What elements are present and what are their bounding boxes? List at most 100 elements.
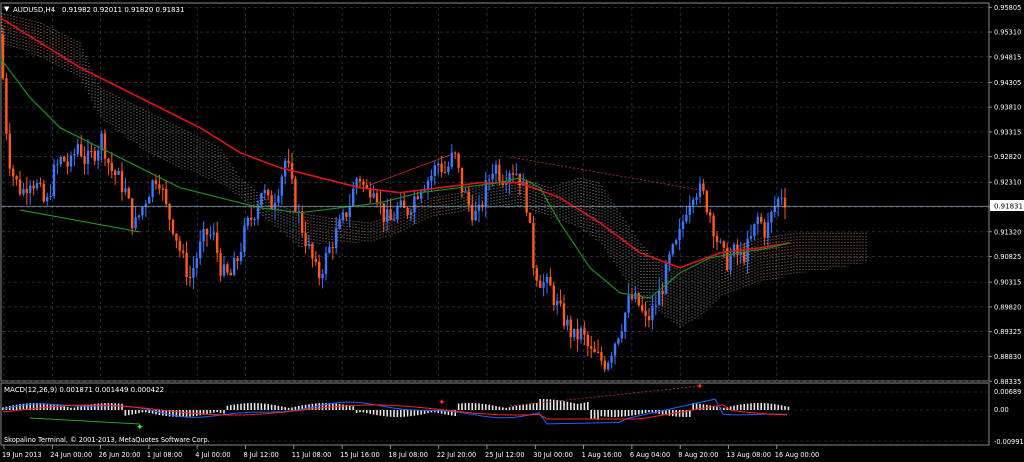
x-tick-label: 13 Aug 08:00 [727,451,771,459]
candle-body [25,188,28,193]
candle-body [188,276,192,278]
candle-body [362,181,365,185]
candle-body [243,225,246,252]
candle-body [263,189,266,194]
candle-body [260,193,263,206]
candle-body [229,272,232,276]
candle-body [250,217,253,220]
candle-body [307,243,311,246]
candle-body [416,196,419,199]
candle-body [151,180,154,198]
candle-body [120,170,124,193]
candle-body [760,216,763,223]
candle-body [127,188,130,199]
x-tick-label: 11 Jul 08:00 [292,451,332,459]
macd-tick-zero: 0.00 [994,406,1009,414]
candle-body [56,164,59,166]
x-tick-label: 1 Aug 16:00 [582,451,622,459]
candle-body [627,295,630,313]
x-tick-label: 16 Aug 00:00 [775,451,819,459]
candle-body [42,184,45,202]
candle-body [212,232,215,235]
candle-body [539,280,542,288]
candle-body [664,263,668,294]
y-tick-label: 0.95805 [994,4,1021,12]
candle-body [511,173,515,175]
candle-body [110,162,113,171]
candle-body [304,232,307,246]
candle-body [63,156,66,162]
candle-body [559,300,562,304]
candle-body [12,168,15,177]
candle-body [685,214,688,222]
candle-body [318,261,321,279]
candle-body [474,210,477,221]
candle-body [1,35,5,79]
candle-body [450,152,453,167]
candle-body [46,197,49,202]
y-tick-label: 0.90825 [994,253,1021,261]
candle-body [715,236,719,242]
candle-body [386,209,389,222]
y-tick-label: 0.89325 [994,328,1021,336]
candle-body [372,193,375,198]
candle-body [202,228,205,242]
candle-body [239,251,243,262]
candle-body [178,240,181,251]
candle-body [491,173,494,180]
ohlc-values: 0.91982 0.92011 0.91820 0.91831 [62,6,184,14]
candle-body [494,164,498,174]
candle-body [675,240,678,245]
candle-body [692,199,695,206]
copyright-watermark: Skopalino Terminal, © 2001-2013, MetaQuo… [4,436,210,444]
candle-body [171,219,175,234]
candle-body [93,150,96,161]
candle-body [328,247,331,253]
candle-body [467,191,470,205]
candle-body [681,221,685,229]
x-tick-label: 15 Jul 16:00 [340,451,380,459]
candle-body [630,295,634,300]
candle-body [583,328,586,335]
candle-body [705,190,708,213]
candle-body [270,195,273,210]
candle-body [22,188,25,195]
candle-body [743,251,746,262]
header-dropdown-icon[interactable]: ▼ [4,5,10,13]
symbol-label: AUDUSD,H4 [13,6,56,14]
candle-body [314,258,317,262]
candle-body [107,158,110,163]
candle-body [182,250,185,253]
candle-body [576,328,579,340]
candle-body [32,185,35,189]
x-tick-label: 24 Jun 00:00 [50,451,92,459]
candle-body [396,206,399,220]
candle-body [154,180,158,185]
y-tick-label: 0.89820 [994,303,1021,311]
candle-body [375,193,379,203]
y-tick-label: 0.94815 [994,53,1021,61]
candle-body [209,234,212,236]
current-price-label: 0.91831 [994,203,1023,211]
candle-body [471,204,474,221]
trading-chart[interactable]: ▼ AUDUSD,H4 0.91982 0.92011 0.91820 0.91… [0,0,1024,462]
candle-body [114,170,117,175]
candle-body [545,277,549,283]
candle-body [175,233,178,241]
candle-body [515,173,518,175]
candle-body [86,150,90,164]
candle-body [52,165,56,197]
x-tick-label: 8 Jul 12:00 [244,451,279,459]
candle-body [148,197,151,204]
candle-body [134,217,137,229]
candle-body [73,154,76,156]
candle-body [341,212,345,221]
x-tick-label: 1 Jul 08:00 [147,451,182,459]
candle-body [766,222,770,238]
candle-body [280,176,283,196]
candle-body [671,244,674,255]
candle-body [233,258,236,276]
candle-body [644,310,647,317]
candle-body [440,163,443,173]
candle-body [246,217,249,226]
